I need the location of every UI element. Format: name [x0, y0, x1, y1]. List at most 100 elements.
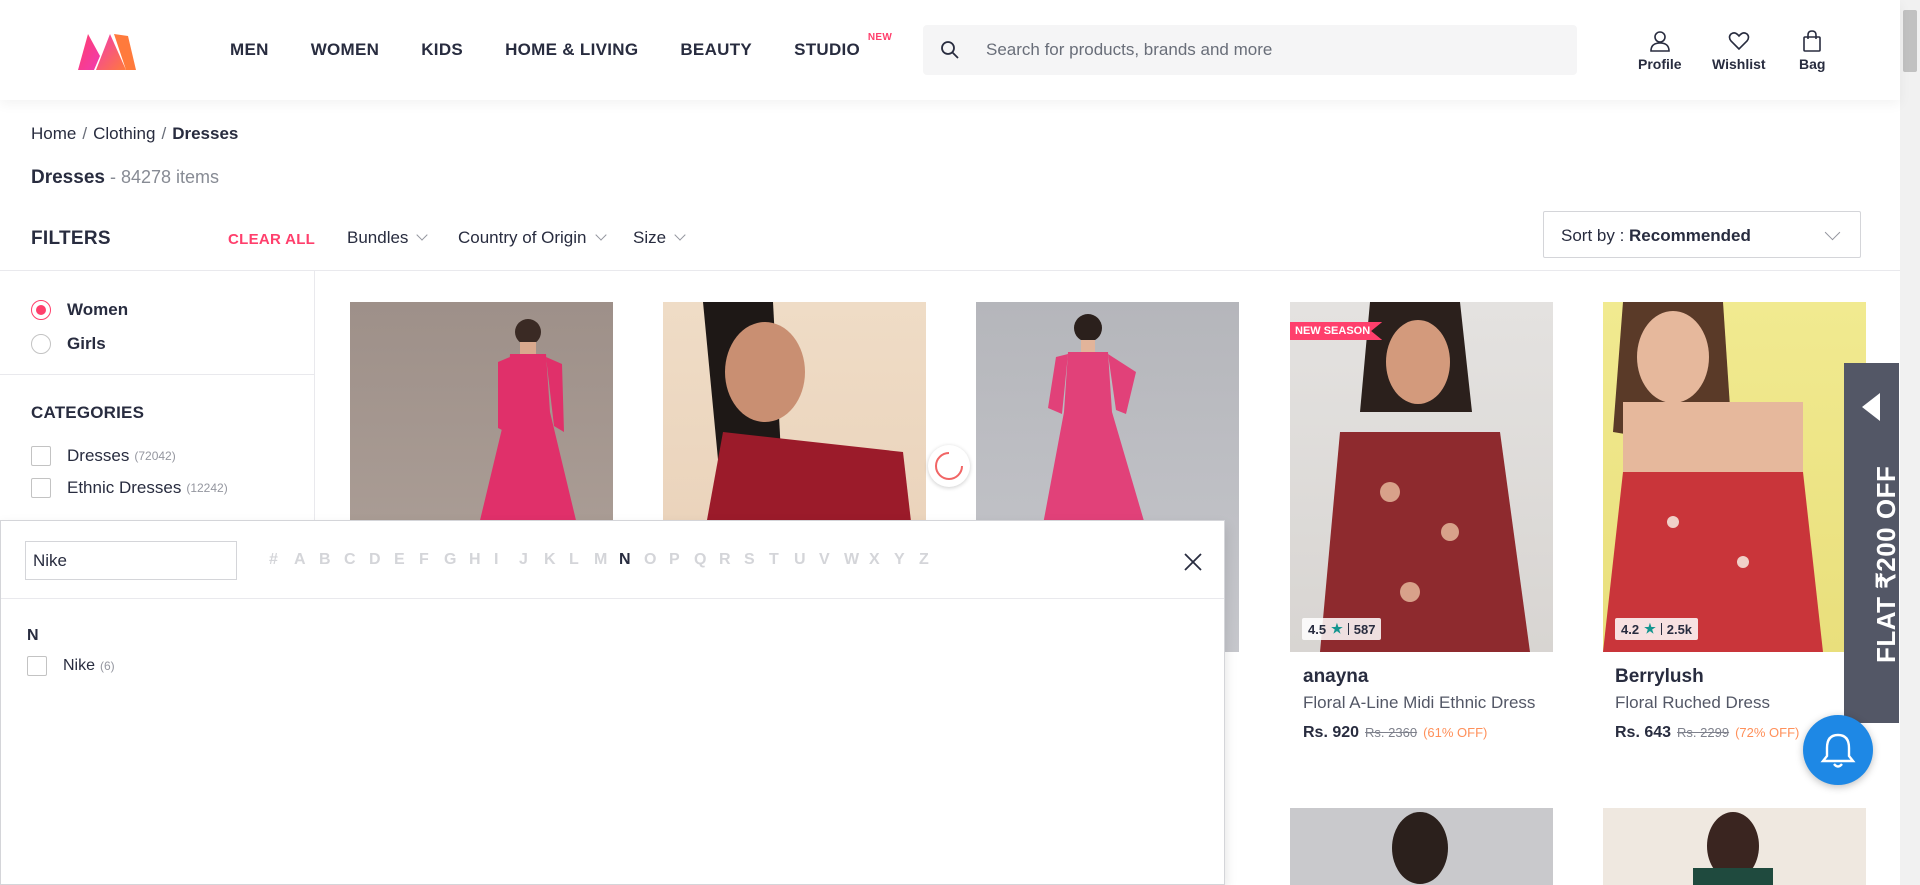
heart-icon: [1728, 32, 1750, 51]
alphabet-letter[interactable]: S: [744, 551, 769, 569]
brand-label: Nike: [63, 657, 96, 674]
brand-option-nike[interactable]: Nike (6): [27, 656, 115, 676]
search-input[interactable]: [986, 26, 1556, 74]
rating-value: 4.5: [1308, 621, 1327, 637]
gender-option-women[interactable]: Women: [31, 300, 128, 320]
close-icon[interactable]: [1182, 551, 1204, 573]
page-scrollbar[interactable]: [1900, 0, 1920, 885]
myntra-logo[interactable]: [76, 30, 138, 74]
nav-men[interactable]: MEN: [230, 40, 269, 60]
alphabet-letter[interactable]: U: [794, 551, 819, 569]
breadcrumb-current: Dresses: [172, 124, 239, 143]
collapse-arrow-icon[interactable]: [1862, 393, 1880, 421]
checkbox[interactable]: [31, 478, 51, 498]
discount: (72% OFF): [1735, 725, 1800, 740]
product-brand[interactable]: anayna: [1303, 666, 1368, 688]
alphabet-letter[interactable]: E: [394, 551, 419, 569]
scrollbar-thumb[interactable]: [1903, 10, 1917, 72]
bag-button[interactable]: Bag: [1799, 30, 1825, 72]
alphabet-letter[interactable]: V: [819, 551, 844, 569]
product-name[interactable]: Floral A-Line Midi Ethnic Dress: [1303, 693, 1535, 713]
product-card-anayna[interactable]: NEW SEASON 4.5 ★ 587: [1290, 302, 1553, 652]
search-icon[interactable]: [940, 40, 960, 60]
alphabet-letter[interactable]: X: [869, 551, 894, 569]
sort-dropdown[interactable]: Sort by : Recommended: [1543, 211, 1861, 258]
alphabet-letter[interactable]: #: [269, 551, 294, 569]
gender-option-girls[interactable]: Girls: [31, 334, 106, 354]
product-image[interactable]: [1603, 808, 1866, 885]
sidebar-divider: [314, 270, 315, 530]
flat-offer-text: FLAT ₹200 OFF: [1871, 465, 1901, 663]
wishlist-label: Wishlist: [1712, 56, 1766, 72]
alphabet-letter[interactable]: A: [294, 551, 319, 569]
nav-home-living[interactable]: HOME & LIVING: [505, 40, 638, 60]
wishlist-button[interactable]: Wishlist: [1712, 30, 1766, 72]
nav-women[interactable]: WOMEN: [311, 40, 380, 60]
alphabet-letter[interactable]: J: [519, 551, 544, 569]
filter-size[interactable]: Size: [633, 228, 686, 248]
product-card-berrylush[interactable]: 4.2 ★ 2.5k: [1603, 302, 1866, 652]
search-bar: [923, 25, 1577, 75]
brand-search-panel: #ABCDEFGHIJKLMNOPQRSTUVWXYZ N Nike(6): [0, 520, 1225, 885]
radio-unselected[interactable]: [31, 334, 51, 354]
chevron-down-icon: [416, 229, 429, 241]
breadcrumb-home[interactable]: Home: [31, 124, 76, 143]
profile-icon: [1649, 31, 1670, 52]
product-brand[interactable]: Berrylush: [1615, 666, 1704, 688]
nav-beauty[interactable]: BEAUTY: [680, 40, 752, 60]
alphabet-letter[interactable]: R: [719, 551, 744, 569]
dress-photo-red-paisley: [1320, 302, 1530, 652]
alphabet-letter[interactable]: G: [444, 551, 469, 569]
alphabet-letter[interactable]: T: [769, 551, 794, 569]
product-name[interactable]: Floral Ruched Dress: [1615, 693, 1770, 713]
gender-label: Girls: [67, 334, 106, 353]
dress-photo-red-floral: [1603, 302, 1823, 652]
product-photo-partial: [1392, 812, 1448, 884]
nav-studio-label: STUDIO: [794, 40, 861, 59]
alphabet-letter[interactable]: D: [369, 551, 394, 569]
category-ethnic-dresses[interactable]: Ethnic Dresses (12242): [31, 478, 228, 498]
alphabet-letter[interactable]: N: [619, 551, 644, 569]
price-mrp: Rs. 2360: [1365, 725, 1418, 740]
filter-divider: [0, 270, 1900, 271]
price-current: Rs. 643: [1615, 724, 1672, 741]
alphabet-letter[interactable]: Y: [894, 551, 919, 569]
category-count: (12242): [186, 481, 228, 495]
alphabet-letter[interactable]: B: [319, 551, 344, 569]
category-dresses[interactable]: Dresses (72042): [31, 446, 176, 466]
alphabet-letter[interactable]: L: [569, 551, 594, 569]
alphabet-letter[interactable]: P: [669, 551, 694, 569]
notification-button[interactable]: [1803, 715, 1873, 785]
nav-studio[interactable]: STUDIO NEW: [794, 32, 892, 60]
price-current: Rs. 920: [1303, 724, 1360, 741]
breadcrumb-clothing[interactable]: Clothing: [93, 124, 155, 143]
bell-icon: [1820, 733, 1856, 768]
product-image[interactable]: [1290, 808, 1553, 885]
alphabet-letter[interactable]: H: [469, 551, 494, 569]
alphabet-letter[interactable]: M: [594, 551, 619, 569]
alphabet-letter[interactable]: O: [644, 551, 669, 569]
sort-prefix: Sort by :: [1561, 226, 1630, 245]
brand-search-input[interactable]: [25, 541, 237, 580]
checkbox[interactable]: [31, 446, 51, 466]
rating-value: 4.2: [1621, 621, 1640, 637]
panel-divider: [1, 598, 1224, 599]
flat-offer-tab[interactable]: FLAT ₹200 OFF: [1844, 363, 1901, 723]
alphabet-letter[interactable]: Z: [919, 551, 944, 569]
alphabet-letter[interactable]: K: [544, 551, 569, 569]
filter-bundles[interactable]: Bundles: [347, 228, 429, 248]
filter-country-of-origin[interactable]: Country of Origin: [458, 228, 607, 248]
filter-country-label: Country of Origin: [458, 228, 587, 247]
profile-button[interactable]: Profile: [1638, 30, 1682, 72]
checkbox[interactable]: [27, 656, 47, 676]
alphabet-letter[interactable]: I: [494, 551, 519, 569]
alphabet-letter[interactable]: Q: [694, 551, 719, 569]
alphabet-letter[interactable]: F: [419, 551, 444, 569]
alphabet-letter[interactable]: W: [844, 551, 869, 569]
radio-selected[interactable]: [31, 300, 51, 320]
nav-kids[interactable]: KIDS: [421, 40, 463, 60]
alphabet-letter[interactable]: C: [344, 551, 369, 569]
product-price: Rs. 643 Rs. 2299 (72% OFF): [1615, 724, 1799, 742]
clear-all-button[interactable]: CLEAR ALL: [228, 231, 315, 248]
category-label: Dresses: [67, 446, 130, 465]
